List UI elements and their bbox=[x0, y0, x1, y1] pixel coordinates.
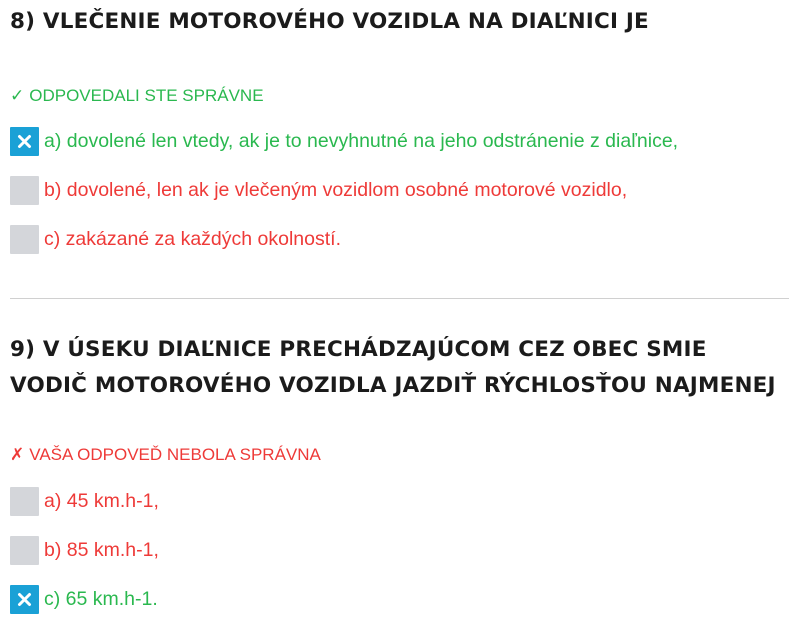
answer-list: a) 45 km.h-1, b) 85 km.h-1, c) 65 km.h-1… bbox=[10, 486, 159, 633]
x-mark-icon bbox=[10, 585, 39, 614]
answer-text: b) 85 km.h-1, bbox=[44, 539, 159, 561]
result-text: VAŠA ODPOVEĎ NEBOLA SPRÁVNA bbox=[29, 445, 321, 464]
result-correct: ✓ ODPOVEDALI STE SPRÁVNE bbox=[10, 86, 264, 106]
question-title: 9) V ÚSEKU DIAĽNICE PRECHÁDZAJÚCOM CEZ O… bbox=[10, 337, 776, 398]
answer-option-b[interactable]: b) 85 km.h-1, bbox=[10, 535, 159, 565]
question-divider bbox=[10, 298, 789, 299]
question-title: 8) VLEČENIE MOTOROVÉHO VOZIDLA NA DIAĽNI… bbox=[10, 9, 649, 34]
answer-checkbox[interactable] bbox=[10, 175, 39, 205]
answer-checkbox[interactable] bbox=[10, 535, 39, 565]
check-icon: ✓ bbox=[10, 86, 25, 106]
answer-option-a[interactable]: a) 45 km.h-1, bbox=[10, 486, 159, 516]
result-text: ODPOVEDALI STE SPRÁVNE bbox=[29, 86, 264, 105]
answer-text: c) zakázané za každých okolností. bbox=[44, 228, 341, 250]
answer-checkbox[interactable] bbox=[10, 486, 39, 516]
answer-option-c[interactable]: c) 65 km.h-1. bbox=[10, 584, 159, 614]
answer-checkbox[interactable] bbox=[10, 584, 39, 614]
answer-option-c[interactable]: c) zakázané za každých okolností. bbox=[10, 224, 678, 254]
cross-icon: ✗ bbox=[10, 445, 25, 465]
answer-option-a[interactable]: a) dovolené len vtedy, ak je to nevyhnut… bbox=[10, 126, 678, 156]
answer-text: b) dovolené, len ak je vlečeným vozidlom… bbox=[44, 179, 628, 201]
answer-list: a) dovolené len vtedy, ak je to nevyhnut… bbox=[10, 126, 678, 273]
answer-text: c) 65 km.h-1. bbox=[44, 588, 158, 610]
answer-checkbox[interactable] bbox=[10, 224, 39, 254]
answer-checkbox[interactable] bbox=[10, 126, 39, 156]
answer-text: a) 45 km.h-1, bbox=[44, 490, 159, 512]
x-mark-icon bbox=[10, 127, 39, 156]
answer-option-b[interactable]: b) dovolené, len ak je vlečeným vozidlom… bbox=[10, 175, 678, 205]
result-incorrect: ✗ VAŠA ODPOVEĎ NEBOLA SPRÁVNA bbox=[10, 445, 321, 465]
answer-text: a) dovolené len vtedy, ak je to nevyhnut… bbox=[44, 130, 679, 152]
